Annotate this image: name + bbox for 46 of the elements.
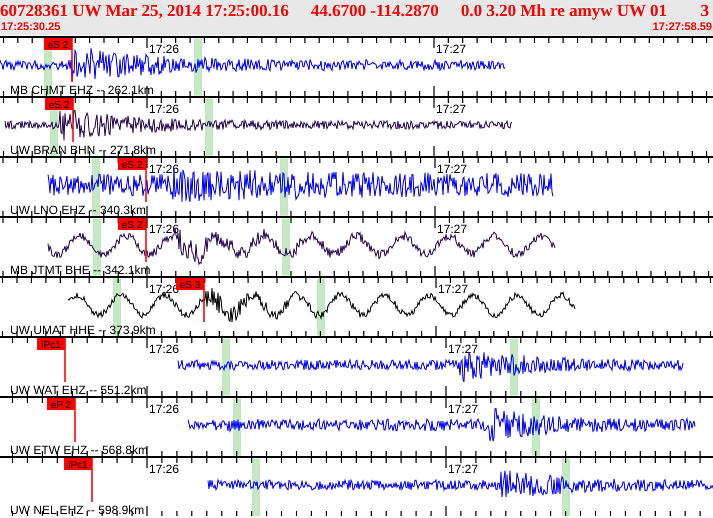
phase-marker: [222, 338, 230, 396]
time-label: 17:27: [437, 222, 468, 236]
pick-line: [91, 458, 93, 502]
time-label: 17:27: [438, 282, 468, 296]
phase-marker: [317, 278, 325, 336]
time-label: 17:26: [149, 342, 180, 356]
event-info: 0.0 3.20 Mh re amyw UW 01: [460, 0, 668, 21]
pick-flag[interactable]: eS 2: [44, 38, 72, 51]
time-label: 17:26: [149, 402, 180, 416]
pick-line: [71, 38, 73, 82]
pick-flag[interactable]: iPc1: [64, 458, 92, 471]
phase-marker: [93, 218, 101, 276]
pick-line: [145, 218, 147, 262]
time-label: 17:26: [149, 462, 180, 476]
time-label: 17:26: [149, 102, 180, 116]
phase-marker: [282, 218, 290, 276]
pick-line: [64, 338, 66, 382]
pick-line: [203, 278, 205, 322]
time-label: 17:27: [437, 162, 468, 176]
event-info: 60728361 UW Mar 25, 2014 17:25:00.16: [0, 0, 289, 21]
pick-flag[interactable]: eP 2: [47, 398, 75, 411]
pick-line: [145, 158, 147, 202]
time-label: 17:27: [448, 402, 478, 416]
phase-marker: [205, 98, 213, 156]
time-label: 17:27: [436, 42, 466, 56]
event-info: 44.6700 -114.2870: [310, 0, 439, 21]
event-info: 3: [700, 0, 710, 21]
pick-flag[interactable]: iPc1: [37, 338, 65, 351]
phase-marker: [562, 458, 570, 516]
time-label: 17:27: [448, 342, 478, 356]
phase-marker: [194, 38, 202, 96]
phase-marker: [92, 158, 100, 216]
time-label: 17:27: [436, 102, 466, 116]
start-time: 17:25:30.25: [1, 21, 60, 34]
pick-line: [72, 98, 74, 142]
end-time: 17:27:58.59: [652, 21, 712, 34]
pick-flag[interactable]: eS 2: [118, 158, 146, 171]
time-label: 17:26: [149, 42, 180, 56]
time-label: 17:27: [448, 462, 478, 476]
pick-flag[interactable]: eS 2: [45, 98, 73, 111]
pick-line: [74, 398, 76, 442]
pick-flag[interactable]: eS 2: [118, 218, 146, 231]
pick-flag[interactable]: eS 3: [176, 278, 204, 291]
time-label: 17:26: [149, 222, 180, 236]
phase-marker: [252, 458, 260, 516]
station-label: UW LNO EHZ -- 340.3km: [10, 203, 146, 216]
